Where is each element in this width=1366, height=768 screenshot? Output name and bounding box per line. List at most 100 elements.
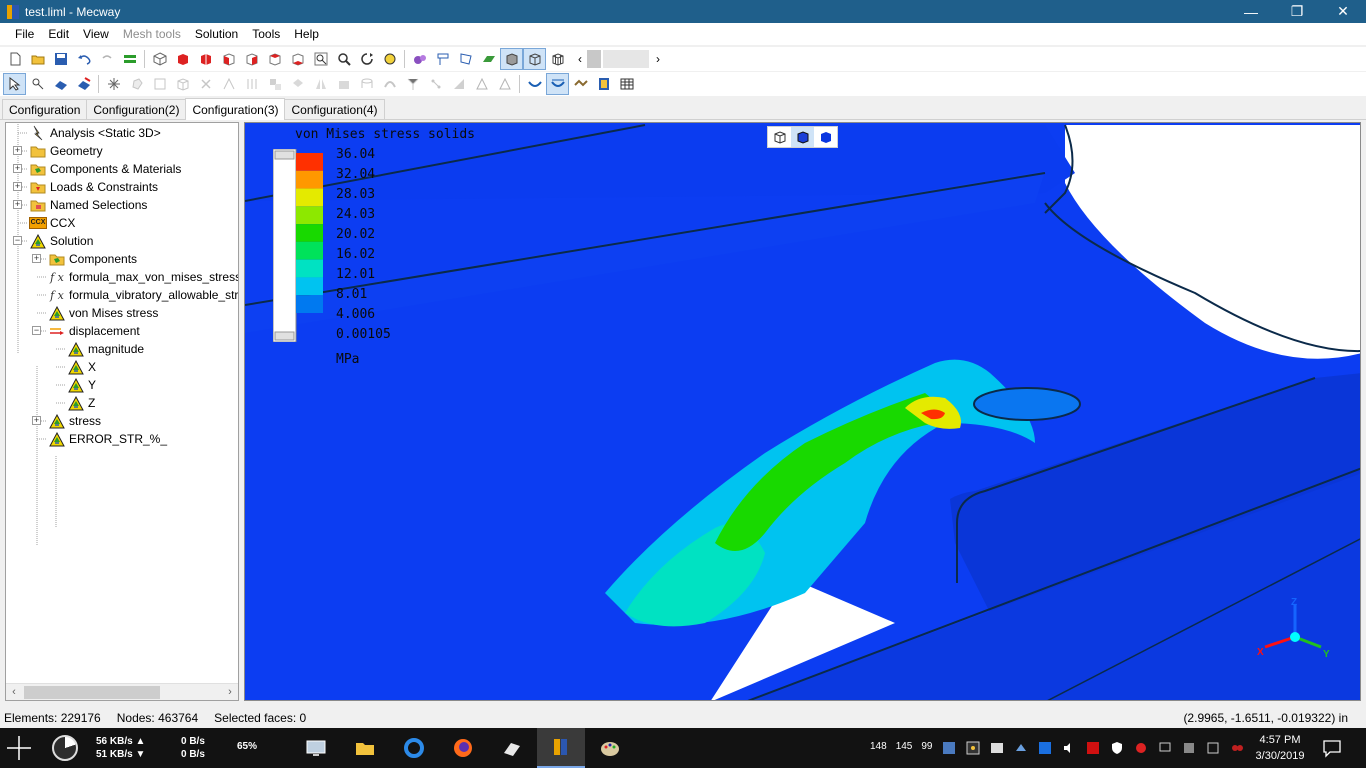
tree-node[interactable]: displacement [49, 322, 140, 340]
edges-view-button[interactable] [523, 48, 546, 70]
menu-solution[interactable]: Solution [188, 27, 245, 41]
view-right-button[interactable] [240, 48, 263, 70]
view-mode-solid-button[interactable] [814, 127, 837, 147]
mesh-tool-13-button[interactable] [424, 73, 447, 95]
tab-configuration-3[interactable]: Configuration(3) [185, 98, 286, 120]
mesh-tool-2-button[interactable] [148, 73, 171, 95]
taskbar-app-monitor[interactable] [292, 728, 340, 768]
view-left-button[interactable] [217, 48, 240, 70]
tray-app-icon[interactable] [964, 739, 982, 757]
tree-node[interactable]: f x formula_vibratory_allowable_str [49, 286, 238, 304]
maximize-button[interactable]: ❐ [1274, 0, 1320, 23]
taskbar-app-file-explorer[interactable] [341, 728, 389, 768]
tree-node[interactable]: CCX CCX [28, 214, 75, 232]
redo-button[interactable] [95, 48, 118, 70]
tree-node[interactable]: von Mises stress [49, 304, 158, 322]
zoom-button[interactable] [332, 48, 355, 70]
expand-button[interactable]: + [13, 200, 22, 209]
expand-button[interactable]: + [32, 416, 41, 425]
taskbar-app-firefox[interactable] [439, 728, 487, 768]
shield-icon[interactable] [1108, 739, 1126, 757]
mesh-tool-8-button[interactable] [309, 73, 332, 95]
tray-app-icon[interactable] [1084, 739, 1102, 757]
tray-app-icon[interactable] [1180, 739, 1198, 757]
undo-button[interactable] [72, 48, 95, 70]
menu-help[interactable]: Help [287, 27, 326, 41]
fea-contour-scene[interactable] [245, 123, 1361, 701]
tray-app-icon[interactable] [1012, 739, 1030, 757]
tree-node[interactable]: Components & Materials [30, 160, 181, 178]
menu-file[interactable]: File [8, 27, 41, 41]
volume-icon[interactable] [1060, 739, 1078, 757]
taskbar-app-edge[interactable] [390, 728, 438, 768]
collapse-button[interactable]: − [32, 326, 41, 335]
mode-shape-button[interactable] [569, 73, 592, 95]
mesh-tool-3-button[interactable] [171, 73, 194, 95]
view-mode-shaded-button[interactable] [791, 127, 814, 147]
tree-node[interactable]: magnitude [68, 340, 144, 358]
expand-button[interactable]: + [13, 164, 22, 173]
view-iso-button[interactable] [148, 48, 171, 70]
toolbar-scroll-thumb[interactable] [587, 50, 601, 68]
mesh-tool-9-button[interactable] [332, 73, 355, 95]
save-button[interactable] [49, 48, 72, 70]
new-file-button[interactable] [3, 48, 26, 70]
wireframe-view-button[interactable] [546, 48, 569, 70]
tree-node[interactable]: X [68, 358, 96, 376]
tree-node[interactable]: Geometry [30, 142, 103, 160]
menu-tools[interactable]: Tools [245, 27, 287, 41]
view-top-button[interactable] [263, 48, 286, 70]
view-back-button[interactable] [194, 48, 217, 70]
toolbar-scroll-left-button[interactable]: ‹ [573, 52, 587, 66]
selection-mode-button[interactable] [431, 48, 454, 70]
menu-edit[interactable]: Edit [41, 27, 76, 41]
notification-icon[interactable] [1322, 738, 1342, 758]
mesh-tool-15-button[interactable] [470, 73, 493, 95]
tab-configuration-4[interactable]: Configuration(4) [284, 99, 385, 119]
tree-node[interactable]: Loads & Constraints [30, 178, 158, 196]
tree-node[interactable]: Solution [30, 232, 93, 250]
expand-button[interactable]: + [13, 146, 22, 155]
scroll-left-button[interactable]: ‹ [6, 686, 22, 698]
toolbar-scroll-right-button[interactable]: › [651, 52, 665, 66]
tree-node[interactable]: Y [68, 376, 96, 394]
taskbar-app-tool[interactable] [488, 728, 536, 768]
tree-node[interactable]: Analysis <Static 3D> [30, 124, 161, 142]
tray-app-icon[interactable] [988, 739, 1006, 757]
start-button[interactable] [0, 728, 38, 768]
tray-app-icon[interactable] [1228, 739, 1246, 757]
tab-configuration[interactable]: Configuration [2, 99, 88, 119]
mesh-tool-7-button[interactable] [286, 73, 309, 95]
contour-button[interactable] [546, 73, 569, 95]
tree-node[interactable]: f x formula_max_von_mises_stress_ [49, 268, 238, 286]
mesh-tool-11-button[interactable] [378, 73, 401, 95]
table-button[interactable] [615, 73, 638, 95]
tree-horizontal-scrollbar[interactable]: ‹ › [6, 683, 238, 700]
shaded-view-button[interactable] [500, 48, 523, 70]
tray-app-icon[interactable] [1132, 739, 1150, 757]
close-button[interactable]: ✕ [1320, 0, 1366, 23]
taskbar-app-paint[interactable] [586, 728, 634, 768]
minimize-button[interactable]: — [1228, 0, 1274, 23]
solve-button[interactable] [118, 48, 141, 70]
toolbar-scroll-track[interactable] [603, 50, 649, 68]
select-nodes-button[interactable] [26, 73, 49, 95]
mesh-tool-14-button[interactable] [447, 73, 470, 95]
mesh-tool-12-button[interactable] [401, 73, 424, 95]
delete-button[interactable] [194, 73, 217, 95]
mesh-tool-6-button[interactable] [263, 73, 286, 95]
tray-app-icon[interactable] [1036, 739, 1054, 757]
mesh-tool-1-button[interactable] [125, 73, 148, 95]
expand-button[interactable]: + [13, 182, 22, 191]
animation-button[interactable] [592, 73, 615, 95]
open-file-button[interactable] [26, 48, 49, 70]
taskbar-app-mecway[interactable] [537, 728, 585, 768]
scroll-right-button[interactable]: › [222, 686, 238, 698]
mesh-tool-4-button[interactable] [217, 73, 240, 95]
mesh-view-button[interactable] [454, 48, 477, 70]
deformed-shape-button[interactable] [523, 73, 546, 95]
view-front-button[interactable] [171, 48, 194, 70]
scroll-thumb[interactable] [24, 685, 160, 699]
tray-app-icon[interactable] [940, 739, 958, 757]
tree-node[interactable]: stress [49, 412, 101, 430]
